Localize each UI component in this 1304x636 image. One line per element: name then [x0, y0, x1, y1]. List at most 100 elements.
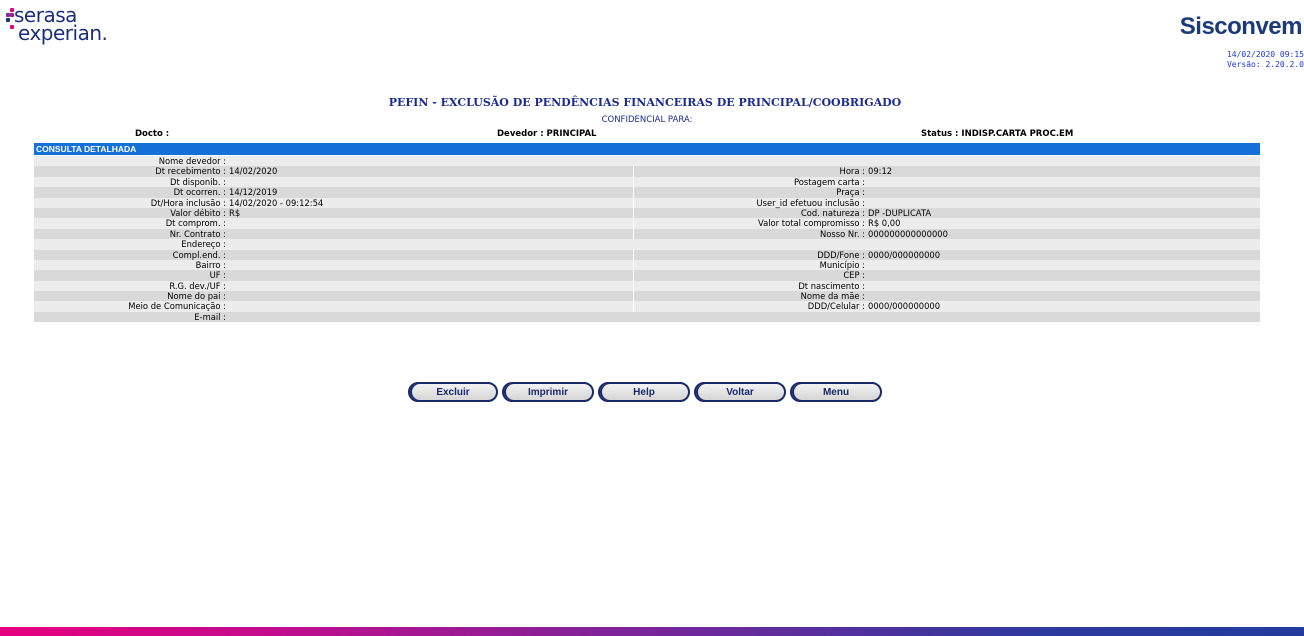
field-value [226, 177, 229, 187]
voltar-button[interactable]: Voltar [694, 382, 786, 402]
help-button[interactable]: Help [598, 382, 690, 402]
field-label: CEP : [843, 270, 865, 281]
field-label: Bairro : [195, 259, 226, 270]
detail-row: Dt/Hora inclusão :14/02/2020 - 09:12:54 U… [34, 197, 1260, 208]
detail-cell-left: Valor débito : R$ [34, 207, 634, 219]
detail-cell-right: Postagem carta : [634, 177, 1260, 187]
field-value: DP -DUPLICATA [868, 207, 932, 218]
header-meta: 14/02/2020 09:15 Versão: 2.20.2.0 [1214, 50, 1304, 70]
excluir-button[interactable]: Excluir [408, 382, 498, 402]
detail-cell-right: User_id efetuou inclusão : [634, 198, 1260, 208]
detail-cell-left: Dt comprom. : [34, 218, 634, 229]
header-datetime: 14/02/2020 09:15 [1226, 50, 1304, 59]
detail-cell-left: UF : [34, 270, 634, 281]
field-label: Endereço : [181, 239, 226, 250]
detail-row: Nr. Contrato : Nosso Nr. :000000000000000 [34, 228, 1260, 240]
field-label: DDD/Fone : [817, 249, 865, 260]
detail-row: UF : CEP : [34, 270, 1260, 281]
field-value: R$ [229, 207, 241, 218]
field-value [865, 281, 868, 291]
action-buttons: Excluir Imprimir Help Voltar Menu [408, 382, 882, 402]
field-value [865, 177, 868, 187]
field-value [226, 301, 229, 311]
detail-cell-right: DDD/Fone :0000/000000000 [634, 250, 1260, 260]
detail-cell-right: Cod. natureza : DP -DUPLICATA [634, 208, 1260, 218]
field-value: 14/12/2019 [229, 187, 278, 198]
detail-cell-left: Dt ocorren. :14/12/2019 [34, 187, 634, 198]
imprimir-button[interactable]: Imprimir [502, 382, 594, 402]
detail-cell-right: Nosso Nr. :000000000000000 [634, 229, 1260, 239]
detail-cell-left: Dt disponib. : [34, 176, 634, 188]
header-version: Versão: 2.20.2.0 [1226, 60, 1304, 69]
field-value [226, 312, 229, 322]
field-label: Praça : [836, 187, 865, 198]
detail-cell: Endereço : [34, 239, 229, 249]
field-label: Nome devedor : [158, 156, 226, 166]
detail-row: E-mail : [34, 311, 1260, 323]
detail-cell-right: Dt nascimento : [634, 281, 1260, 291]
detail-cell-right: Município : [634, 260, 1260, 270]
status-label: Status : INDISP.CARTA PROC.EM [921, 129, 1074, 139]
summary-line: Docto : Devedor : PRINCIPAL Status : IND… [0, 129, 1304, 141]
field-label: Dt comprom. : [165, 218, 226, 229]
field-value: 000000000000000 [868, 228, 948, 239]
menu-button[interactable]: Menu [790, 382, 882, 402]
detail-row: Dt disponib. : Postagem carta : [34, 176, 1260, 188]
detail-row: Bairro : Município : [34, 259, 1260, 271]
section-header: CONSULTA DETALHADA [34, 143, 1260, 155]
field-value [865, 291, 868, 301]
page-title: PEFIN - EXCLUSÃO DE PENDÊNCIAS FINANCEIR… [388, 96, 902, 109]
detail-cell-left: Nr. Contrato : [34, 228, 634, 240]
detail-row: Meio de Comunicação : DDD/Celular :0000/0… [34, 301, 1260, 312]
field-label: User_id efetuou inclusão : [756, 197, 866, 208]
detail-cell-right: Nome da mãe : [634, 291, 1260, 301]
field-value [865, 260, 868, 270]
field-value [226, 281, 229, 291]
detail-row: Dt comprom. : Valor total compromisso : R$… [34, 218, 1260, 229]
detail-cell: Nome devedor : [34, 156, 229, 166]
field-label: R.G. dev./UF : [169, 280, 226, 291]
field-label: Postagem carta : [793, 176, 865, 187]
field-label: E-mail : [194, 311, 226, 322]
field-value [865, 198, 868, 208]
field-label: Nome do pai : [167, 291, 226, 302]
detail-cell-left: Bairro : [34, 259, 634, 271]
field-label: Dt disponib. : [170, 176, 226, 187]
field-value [226, 270, 229, 280]
field-label: Cod. natureza : [800, 207, 865, 218]
field-label: Dt nascimento : [798, 280, 865, 291]
detail-row: Compl.end. : DDD/Fone :0000/000000000 [34, 249, 1260, 260]
serasa-experian-logo: serasa experian. [6, 3, 126, 48]
field-label: Dt/Hora inclusão : [150, 197, 226, 208]
field-label: Nr. Contrato : [169, 228, 226, 239]
field-label: Compl.end. : [172, 249, 226, 260]
field-label: Valor débito : [170, 207, 226, 218]
field-label: Meio de Comunicação : [128, 301, 226, 312]
detail-cell-left: Nome do pai : [34, 291, 634, 302]
field-label: Nome da mãe : [800, 291, 865, 302]
field-label: Nosso Nr. : [820, 228, 865, 239]
field-value: 14/02/2020 [229, 166, 278, 177]
field-value: 14/02/2020 - 09:12:54 [229, 197, 324, 208]
detail-row: Endereço : [34, 239, 1260, 250]
field-label: Município : [819, 259, 865, 270]
detail-row: R.G. dev./UF : Dt nascimento : [34, 280, 1260, 292]
field-value: 0000/000000000 [868, 301, 941, 312]
detail-cell: E-mail : [34, 312, 229, 322]
field-label: DDD/Celular : [807, 301, 865, 312]
field-label: Dt recebimento : [155, 166, 226, 177]
field-value: R$ 0,00 [868, 218, 901, 229]
docto-label: Docto : [135, 129, 170, 139]
detail-grid: Nome devedor : Dt recebimento :14/02/2020… [34, 156, 1260, 323]
sisconvem-logo: Sisconvem [1179, 13, 1303, 40]
field-value [226, 156, 229, 166]
field-value [226, 218, 229, 228]
field-value [226, 229, 229, 239]
field-value: 0000/000000000 [868, 249, 941, 260]
detail-cell-left: Dt/Hora inclusão :14/02/2020 - 09:12:54 [34, 197, 634, 208]
field-value [865, 187, 868, 197]
detail-cell-right: CEP : [634, 270, 1260, 280]
field-value [865, 270, 868, 280]
field-value [226, 250, 229, 260]
detail-cell-right: Hora :09:12 [634, 166, 1260, 176]
